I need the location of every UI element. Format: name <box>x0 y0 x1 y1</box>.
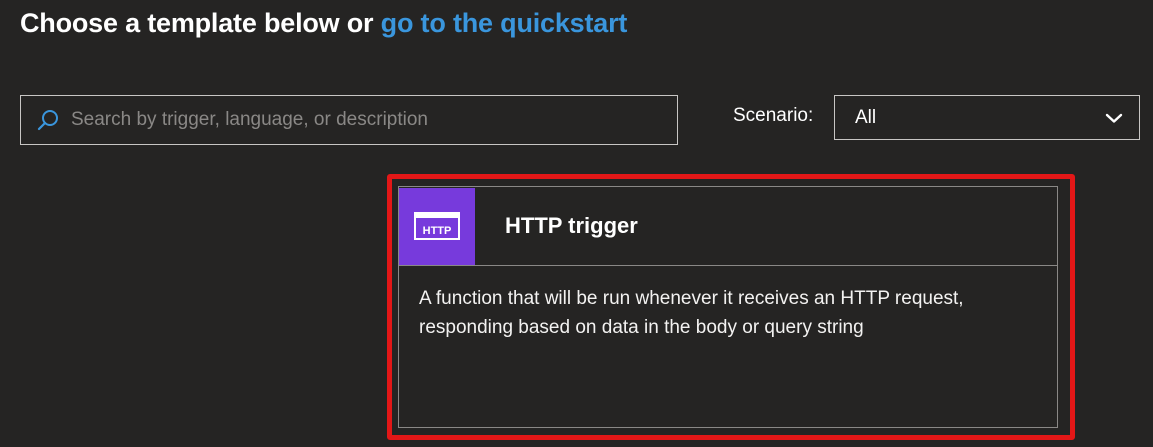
template-card-header: HTTP HTTP trigger <box>399 187 1057 266</box>
search-input[interactable] <box>71 96 677 144</box>
page-title-text: Choose a template below or <box>20 8 381 38</box>
search-icon <box>37 110 58 131</box>
quickstart-link[interactable]: go to the quickstart <box>381 8 628 38</box>
http-icon: HTTP <box>399 187 475 265</box>
template-card-http-trigger[interactable]: HTTP HTTP trigger A function that will b… <box>398 186 1058 428</box>
scenario-label: Scenario: <box>733 105 814 126</box>
page-title: Choose a template below or go to the qui… <box>20 8 627 39</box>
http-icon-graphic: HTTP <box>414 212 460 240</box>
template-card-description: A function that will be run whenever it … <box>419 288 964 338</box>
template-card-title: HTTP trigger <box>505 213 638 238</box>
http-icon-label: HTTP <box>423 225 452 237</box>
template-picker-page: Choose a template below or go to the qui… <box>0 0 1153 447</box>
search-box[interactable] <box>20 95 678 145</box>
scenario-selected-value: All <box>855 106 877 128</box>
scenario-dropdown[interactable]: All <box>834 95 1140 140</box>
chevron-down-icon <box>1105 113 1123 123</box>
